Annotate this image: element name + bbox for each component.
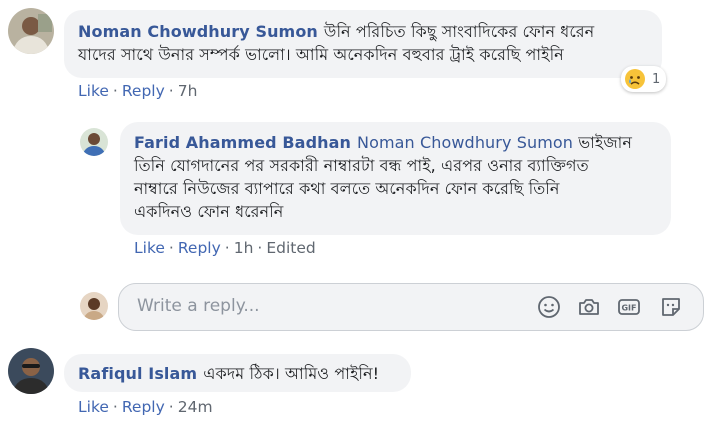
comment-actions: Like · Reply · 24m [78,398,213,416]
comment-bubble: Noman Chowdhury Sumon উনি পরিচিত কিছু সাং… [64,10,662,78]
reply-input[interactable]: Write a reply... GIF [118,283,704,331]
like-button[interactable]: Like [134,239,165,257]
emoji-icon[interactable] [537,295,561,319]
avatar[interactable] [8,8,54,54]
avatar[interactable] [8,348,54,394]
comment-text-line: উনি পরিচিত কিছু সাংবাদিকের ফোন ধরেন [323,22,595,41]
comment-text-line: ভাইজান [578,133,633,152]
comment-text-line: একদম ঠিক। আমিও পাইনি! [203,364,380,383]
comment-actions: Like · Reply · 1h · Edited [134,239,316,257]
reaction-badge[interactable]: 1 [621,66,667,92]
avatar [80,292,108,320]
edited-label[interactable]: Edited [266,239,315,257]
svg-text:GIF: GIF [621,304,636,313]
comment-text-line: নাম্বারে নিউজের ব্যাপারে কথা বলতে অনেকদি… [134,179,560,198]
like-button[interactable]: Like [78,82,109,100]
comment-bubble: Rafiqul Islam একদম ঠিক। আমিও পাইনি! [64,354,411,392]
comment-actions: Like · Reply · 7h [78,82,198,100]
sad-emoji-icon [624,68,646,90]
comment-timestamp[interactable]: 24m [178,398,213,416]
comment-author[interactable]: Farid Ahammed Badhan [134,133,351,152]
reply-button[interactable]: Reply [122,82,165,100]
comment-text-line: একদিনও ফোন ধরেননি [134,202,284,221]
comment-timestamp[interactable]: 7h [178,82,198,100]
reaction-count: 1 [652,71,661,87]
gif-icon[interactable]: GIF [617,295,641,319]
comment-bubble: Farid Ahammed Badhan Noman Chowdhury Sumo… [120,122,671,235]
comment-text-line: তিনি যোগদানের পর সরকারী নাম্বারটা বন্ধ প… [134,156,589,175]
comment-author[interactable]: Rafiqul Islam [78,364,197,383]
comment-author[interactable]: Noman Chowdhury Sumon [78,22,318,41]
sticker-icon[interactable] [659,295,683,319]
reply-button[interactable]: Reply [178,239,221,257]
comment-timestamp[interactable]: 1h [234,239,254,257]
reply-button[interactable]: Reply [122,398,165,416]
avatar[interactable] [80,128,108,156]
camera-icon[interactable] [577,295,601,319]
reply-placeholder: Write a reply... [137,296,260,316]
mention-link[interactable]: Noman Chowdhury Sumon [357,133,573,152]
comment-text-line: যাদের সাথে উনার সম্পর্ক ভালো। আমি অনেকদি… [78,45,564,64]
like-button[interactable]: Like [78,398,109,416]
